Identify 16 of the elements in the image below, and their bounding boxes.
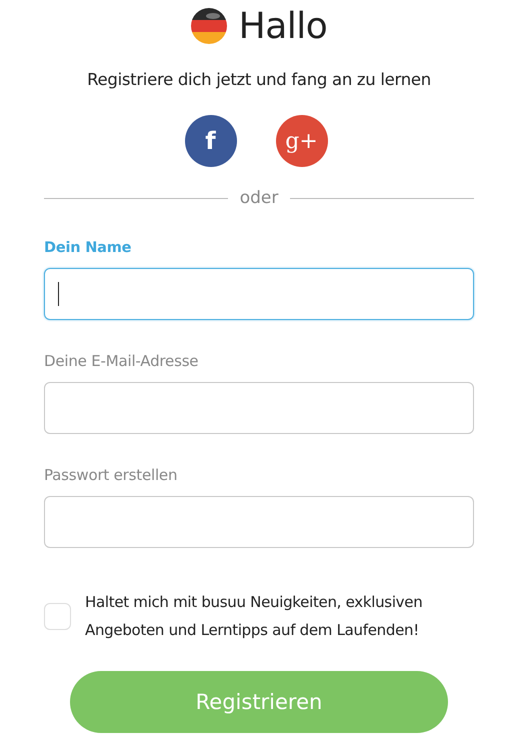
field-label: Dein Name bbox=[44, 240, 132, 256]
input-field[interactable] bbox=[44, 496, 474, 548]
input-field[interactable] bbox=[44, 268, 474, 320]
subtitle: Registriere dich jetzt und fang an zu lernen bbox=[86, 70, 432, 89]
checkbox-label: Haltet mich mit busuu Neuigkeiten, exklusiven Angeboten und Lerntipps auf dem Laufenden! bbox=[85, 592, 424, 641]
divider-label: oder bbox=[240, 188, 278, 208]
checkbox[interactable] bbox=[44, 602, 71, 630]
flag-icon bbox=[190, 8, 227, 44]
field-label: Deine E-Mail-Adresse bbox=[44, 352, 200, 370]
text-cursor bbox=[58, 282, 59, 306]
facebook-button[interactable]: f bbox=[184, 115, 236, 167]
field-label: Passwort erstellen bbox=[44, 466, 178, 484]
page-title: Hallo bbox=[238, 6, 328, 46]
google-plus-button[interactable]: g+ bbox=[276, 115, 328, 167]
register-button[interactable]: Registrieren bbox=[70, 671, 448, 733]
input-field[interactable] bbox=[44, 382, 474, 434]
